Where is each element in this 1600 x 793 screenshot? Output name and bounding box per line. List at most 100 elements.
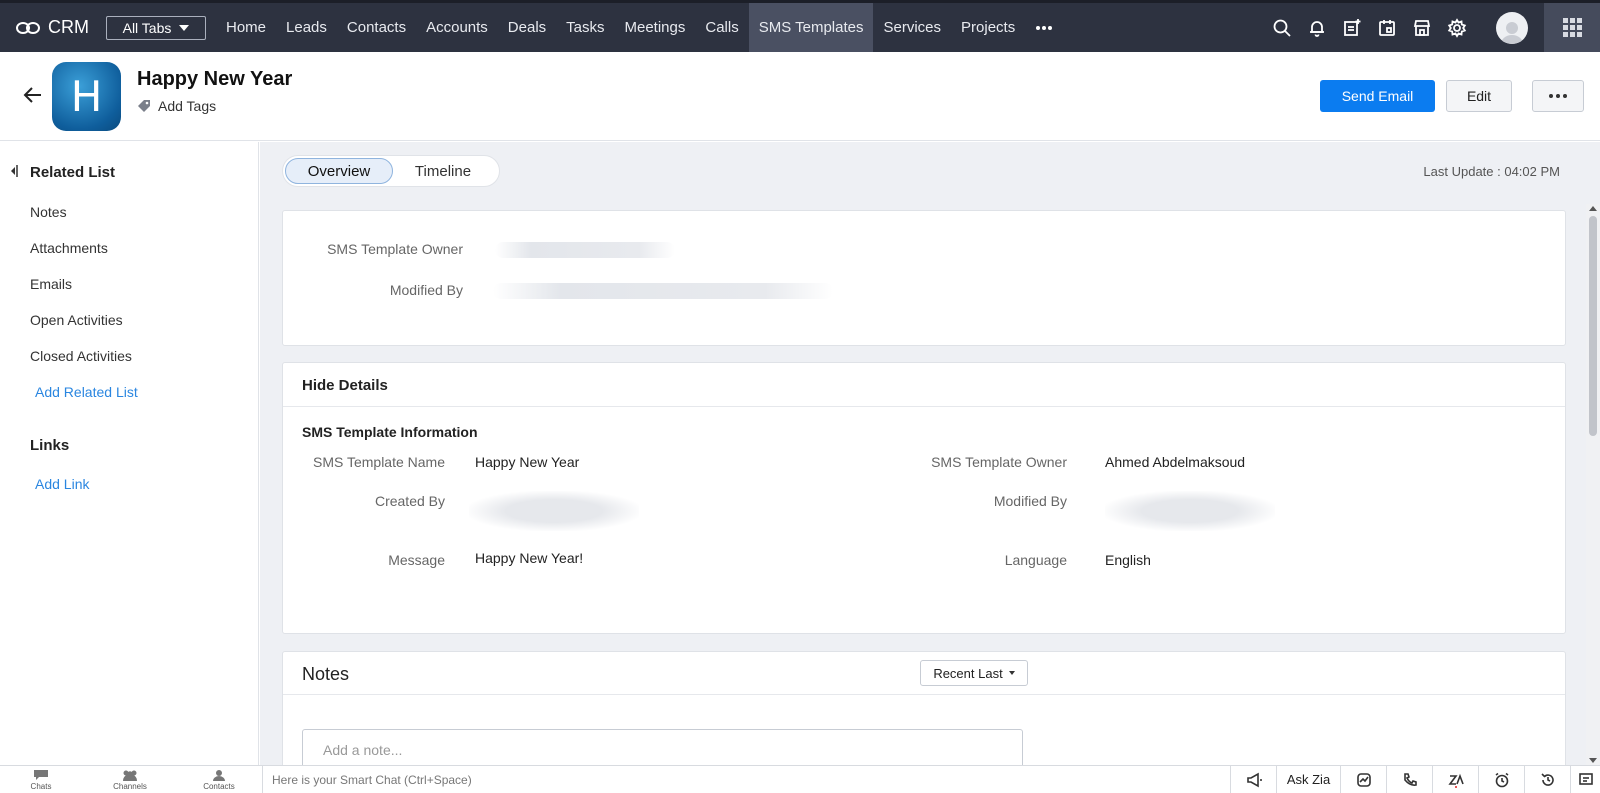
- related-list-title: Related List: [30, 164, 116, 181]
- search-button[interactable]: [1264, 3, 1299, 52]
- zia-button[interactable]: [1432, 766, 1478, 793]
- alarm-clock-icon: [1495, 772, 1508, 787]
- activity-button[interactable]: [1340, 766, 1386, 793]
- template-owner-label: SMS Template Owner: [931, 454, 1067, 470]
- search-icon: [1273, 19, 1291, 37]
- notes-sort-dropdown[interactable]: Recent Last: [920, 660, 1028, 686]
- crm-logo[interactable]: CRM: [16, 17, 96, 38]
- channels-button[interactable]: Channels: [100, 769, 160, 791]
- more-tabs-button[interactable]: [1025, 3, 1063, 52]
- apps-grid-button[interactable]: [1544, 3, 1600, 52]
- quick-create-button[interactable]: [1334, 3, 1369, 52]
- related-list-sidebar: Related List Notes Attachments Emails Op…: [0, 142, 259, 765]
- scrollbar-thumb[interactable]: [1589, 216, 1597, 436]
- phone-icon: [1403, 772, 1417, 786]
- announcements-button[interactable]: [1230, 766, 1276, 793]
- notifications-button[interactable]: [1299, 3, 1334, 52]
- record-header: H Happy New Year Add Tags Send Email Edi…: [0, 52, 1600, 141]
- contact-person-icon: [213, 770, 225, 781]
- more-actions-button[interactable]: [1532, 80, 1584, 112]
- user-avatar[interactable]: [1496, 11, 1528, 44]
- hide-details-row[interactable]: Hide Details: [283, 363, 1565, 407]
- language-label: Language: [1004, 552, 1067, 568]
- add-related-list-link[interactable]: Add Related List: [35, 384, 138, 400]
- calendar-button[interactable]: [1369, 3, 1404, 52]
- tab-home[interactable]: Home: [216, 3, 276, 52]
- tab-projects[interactable]: Projects: [951, 3, 1025, 52]
- tab-meetings[interactable]: Meetings: [615, 3, 696, 52]
- hide-details-toggle[interactable]: Hide Details: [302, 377, 388, 394]
- links-title: Links: [30, 437, 70, 454]
- crm-logo-icon: [16, 19, 42, 37]
- contacts-button[interactable]: Contacts: [189, 769, 249, 791]
- megaphone-icon: [1246, 772, 1262, 787]
- created-by-label: Created By: [374, 493, 445, 509]
- tab-calls[interactable]: Calls: [695, 3, 748, 52]
- tab-tasks[interactable]: Tasks: [556, 3, 614, 52]
- calendar-icon: [1378, 19, 1395, 36]
- chats-label: Chats: [30, 782, 52, 791]
- sync-button[interactable]: [1386, 766, 1432, 793]
- summary-modified-label: Modified By: [389, 282, 463, 298]
- channels-label: Channels: [113, 782, 147, 791]
- tab-contacts[interactable]: Contacts: [337, 3, 416, 52]
- zia-icon: [1447, 773, 1464, 788]
- bottom-right-tools: Ask Zia: [1230, 766, 1600, 793]
- tab-deals[interactable]: Deals: [498, 3, 556, 52]
- ask-zia-button[interactable]: Ask Zia: [1276, 766, 1340, 793]
- note-add-icon: [1343, 18, 1360, 36]
- last-update-text: Last Update : 04:02 PM: [1423, 164, 1560, 179]
- scroll-up-arrow-icon[interactable]: [1589, 206, 1597, 211]
- bell-icon: [1309, 20, 1324, 37]
- tab-accounts[interactable]: Accounts: [416, 3, 498, 52]
- add-tags-button[interactable]: Add Tags: [137, 98, 216, 114]
- sidebar-item-emails[interactable]: Emails: [30, 276, 72, 292]
- tab-sms-templates[interactable]: SMS Templates: [748, 3, 874, 52]
- history-icon: [1540, 772, 1554, 786]
- user-silhouette-icon: [1501, 21, 1523, 44]
- record-detail-main: Overview Timeline Last Update : 04:02 PM…: [260, 142, 1600, 765]
- edit-button[interactable]: Edit: [1446, 80, 1512, 112]
- feedback-button[interactable]: [1570, 766, 1600, 793]
- sidebar-item-closed-activities[interactable]: Closed Activities: [30, 348, 132, 364]
- sidebar-item-attachments[interactable]: Attachments: [30, 240, 108, 256]
- message-value: Happy New Year!: [475, 550, 584, 566]
- activity-chart-icon: [1356, 772, 1371, 787]
- collapse-sidebar-icon[interactable]: [9, 164, 19, 178]
- feedback-icon: [1578, 772, 1593, 785]
- send-email-button[interactable]: Send Email: [1320, 80, 1435, 112]
- scroll-down-arrow-icon[interactable]: [1589, 758, 1597, 763]
- notes-title: Notes: [302, 664, 350, 684]
- history-button[interactable]: [1524, 766, 1570, 793]
- summary-card: SMS Template Owner Modified By: [282, 210, 1566, 346]
- notes-card: Notes Recent Last Add a note...: [282, 651, 1566, 765]
- notes-sort-label: Recent Last: [933, 665, 1003, 681]
- template-owner-value: Ahmed Abdelmaksoud: [1105, 454, 1246, 470]
- reminder-button[interactable]: [1478, 766, 1524, 793]
- marketplace-button[interactable]: [1404, 3, 1439, 52]
- grid-icon: [1562, 18, 1582, 37]
- chevron-down-icon: [179, 24, 190, 31]
- chats-button[interactable]: Chats: [11, 769, 71, 791]
- main-scrollbar[interactable]: [1586, 204, 1600, 765]
- smart-chat-input[interactable]: Here is your Smart Chat (Ctrl+Space): [262, 766, 1225, 793]
- sidebar-item-open-activities[interactable]: Open Activities: [30, 312, 123, 328]
- summary-owner-value-redacted: [495, 242, 675, 258]
- all-tabs-dropdown[interactable]: All Tabs: [106, 15, 206, 40]
- tab-leads[interactable]: Leads: [276, 3, 337, 52]
- add-link-link[interactable]: Add Link: [35, 476, 89, 492]
- add-note-input[interactable]: Add a note...: [302, 729, 1023, 765]
- tab-timeline[interactable]: Timeline: [393, 158, 493, 184]
- tab-overview[interactable]: Overview: [285, 158, 393, 184]
- tab-services[interactable]: Services: [873, 3, 951, 52]
- sidebar-item-notes[interactable]: Notes: [30, 204, 67, 220]
- modified-by-value-redacted: [1105, 491, 1275, 531]
- detail-tabs: Overview Timeline: [282, 155, 500, 187]
- channels-group-icon: [123, 770, 137, 781]
- back-arrow-icon[interactable]: [22, 84, 44, 106]
- summary-modified-value-redacted: [493, 283, 833, 299]
- settings-button[interactable]: [1439, 3, 1474, 52]
- template-name-label: SMS Template Name: [312, 454, 445, 470]
- divider: [283, 694, 1565, 695]
- record-title: Happy New Year: [137, 68, 293, 90]
